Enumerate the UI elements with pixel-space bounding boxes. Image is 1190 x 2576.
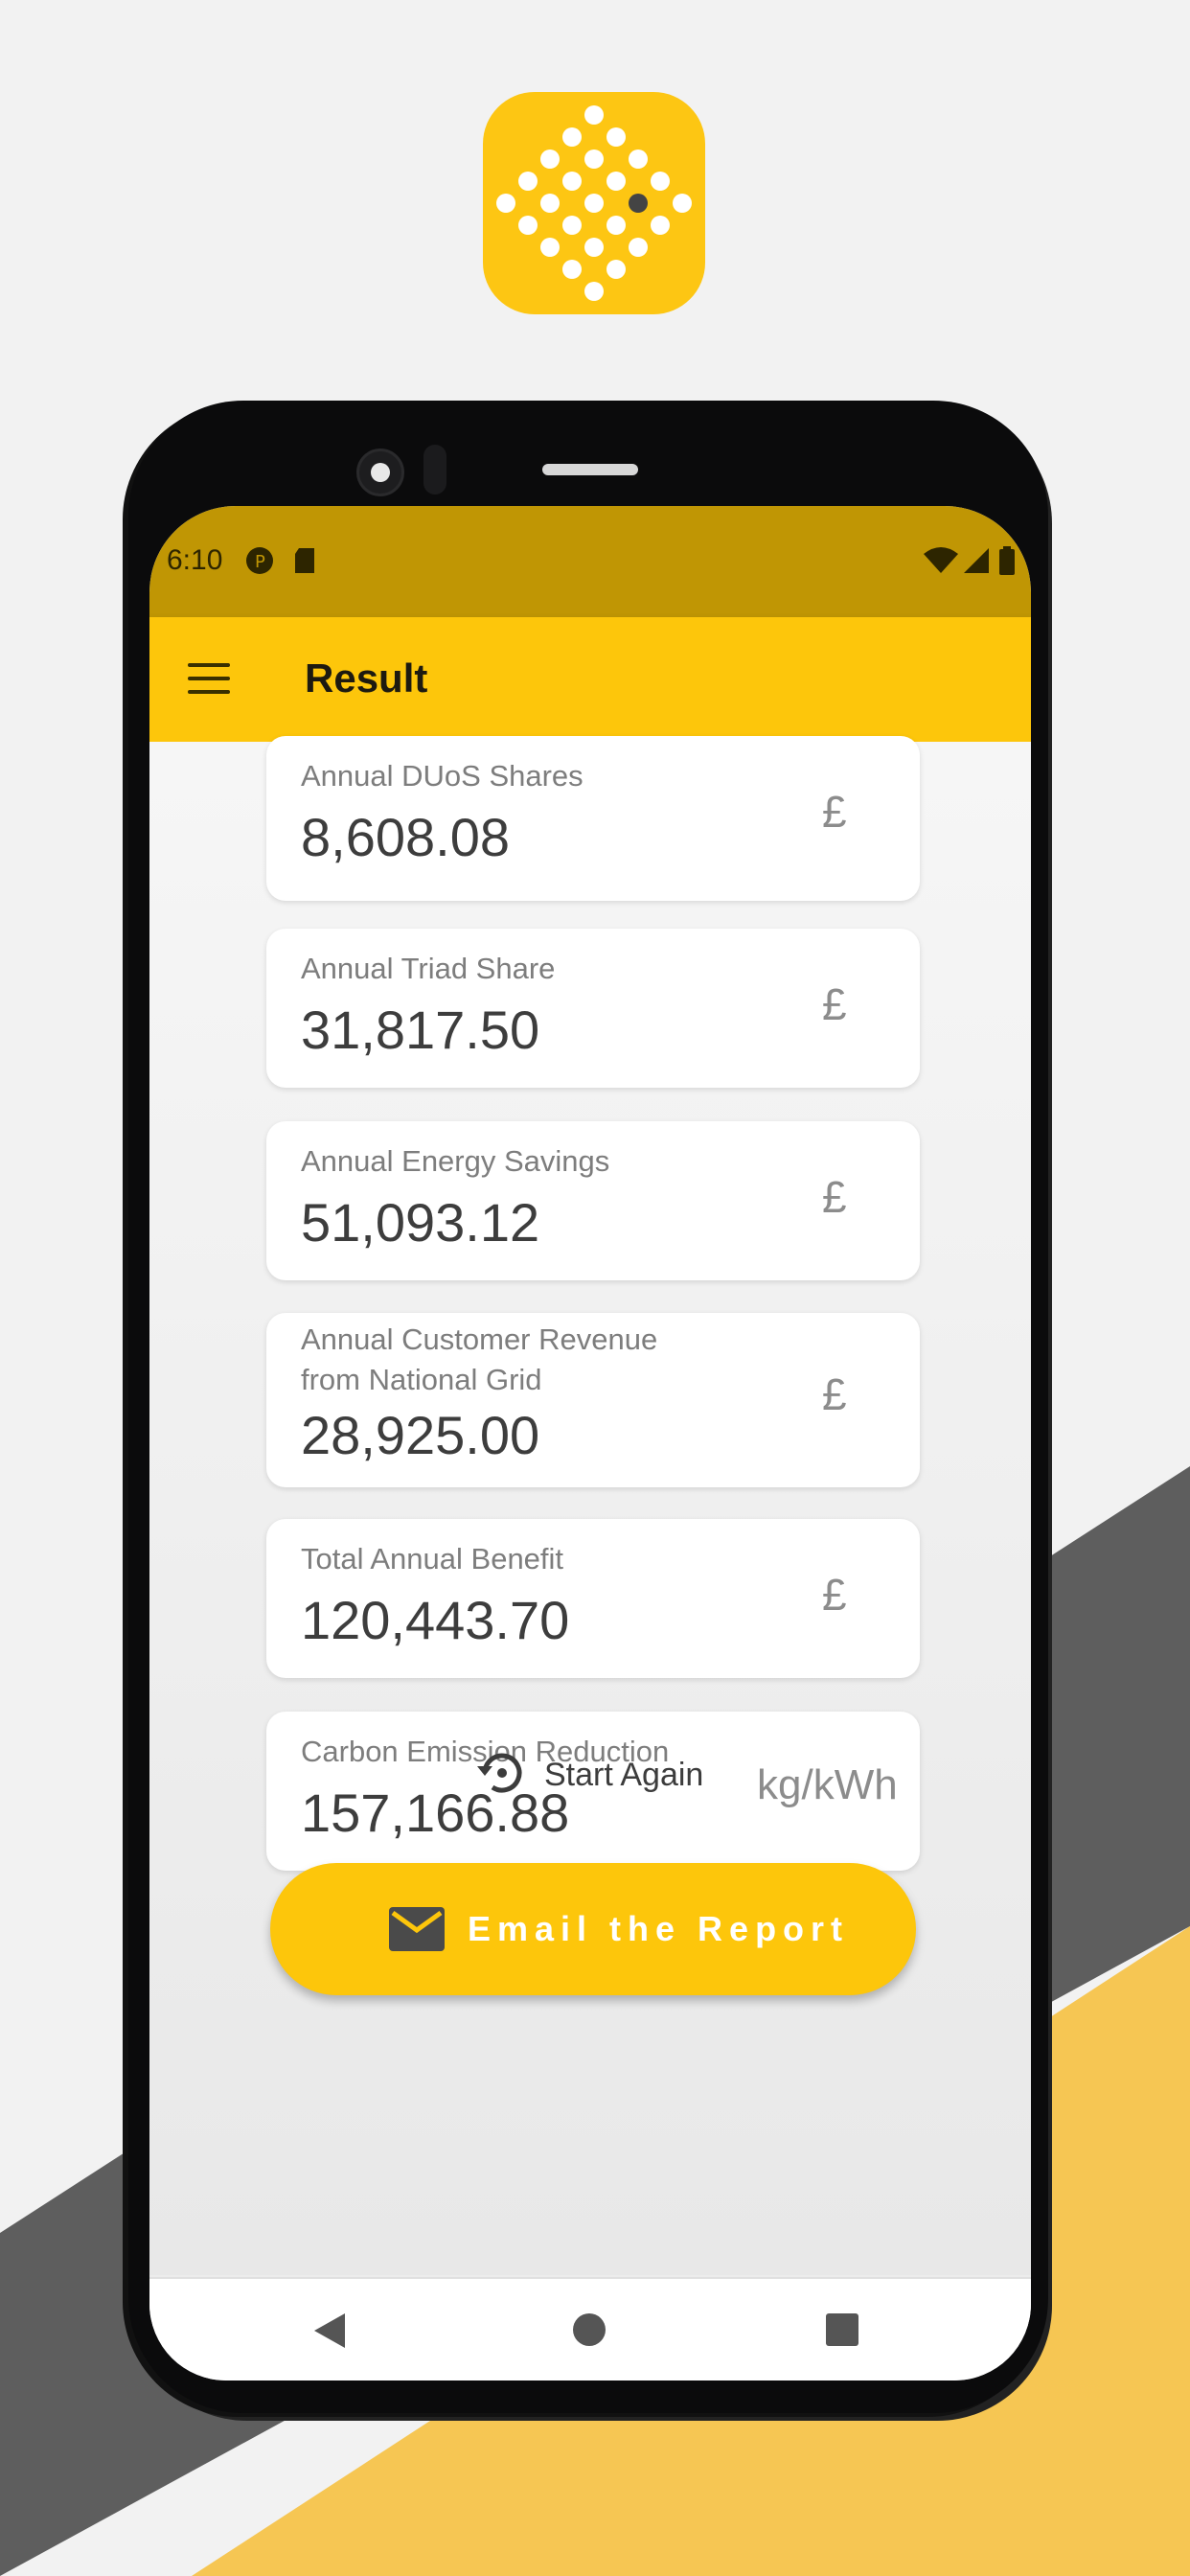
system-nav-bar [149, 2277, 1031, 2380]
result-card-energy-savings: Annual Energy Savings 51,093.12 £ [266, 1121, 920, 1280]
result-card-triad: Annual Triad Share 31,817.50 £ [266, 929, 920, 1088]
start-again-label: Start Again [544, 1756, 704, 1793]
status-time: 6:10 [167, 544, 223, 576]
nav-recent-icon[interactable] [826, 2313, 858, 2346]
result-label: Annual Triad Share [301, 952, 556, 985]
result-value: 31,817.50 [301, 1000, 540, 1060]
result-label: Total Annual Benefit [301, 1542, 564, 1576]
app-logo-icon [483, 92, 705, 314]
result-card-total-benefit: Total Annual Benefit 120,443.70 £ [266, 1519, 920, 1678]
battery-icon [998, 546, 1016, 580]
svg-text:P: P [255, 552, 265, 572]
email-report-button[interactable]: Email the Report [270, 1863, 916, 1995]
email-report-label: Email the Report [468, 1909, 850, 1948]
unit-label: kg/kWh [757, 1761, 898, 1808]
result-value: 28,925.00 [301, 1405, 540, 1465]
restart-icon [473, 1745, 529, 1806]
pound-icon: £ [822, 1369, 847, 1419]
signal-icon [962, 546, 991, 580]
result-label: Annual Energy Savings [301, 1144, 610, 1178]
sd-card-icon [293, 546, 316, 580]
results-list[interactable]: Annual DUoS Shares 8,608.08 £ Annual Tri… [149, 736, 1031, 2275]
page-title: Result [305, 656, 428, 701]
result-label: Annual DUoS Shares [301, 759, 584, 793]
nav-back-icon[interactable] [312, 2312, 347, 2355]
pound-icon: £ [822, 1570, 847, 1620]
wifi-icon [924, 546, 958, 580]
result-card-customer-revenue: Annual Customer Revenue from National Gr… [266, 1313, 920, 1487]
proximity-sensor [423, 445, 446, 494]
result-label-line1: Annual Customer Revenue [301, 1322, 658, 1356]
notification-icon: P [245, 546, 274, 580]
result-value: 8,608.08 [301, 807, 510, 867]
result-value: 51,093.12 [301, 1192, 540, 1253]
result-card-duos: Annual DUoS Shares 8,608.08 £ [266, 736, 920, 901]
result-label-line2: from National Grid [301, 1363, 542, 1396]
status-bar: 6:10 P [149, 506, 1031, 617]
pound-icon: £ [822, 787, 847, 837]
phone-screen: 6:10 P Result Annual DUoS Shares 8,608.0… [149, 506, 1031, 2380]
pound-icon: £ [822, 979, 847, 1029]
earpiece-speaker [542, 464, 638, 475]
mail-icon [389, 1907, 445, 1956]
pound-icon: £ [822, 1172, 847, 1222]
menu-icon[interactable] [188, 663, 230, 696]
start-again-button[interactable]: Start Again [473, 1744, 703, 1806]
app-bar: Result [149, 617, 1031, 742]
front-camera [356, 448, 404, 496]
phone-frame: 6:10 P Result Annual DUoS Shares 8,608.0… [128, 401, 1048, 2413]
result-value: 120,443.70 [301, 1590, 570, 1650]
nav-home-icon[interactable] [573, 2313, 606, 2346]
